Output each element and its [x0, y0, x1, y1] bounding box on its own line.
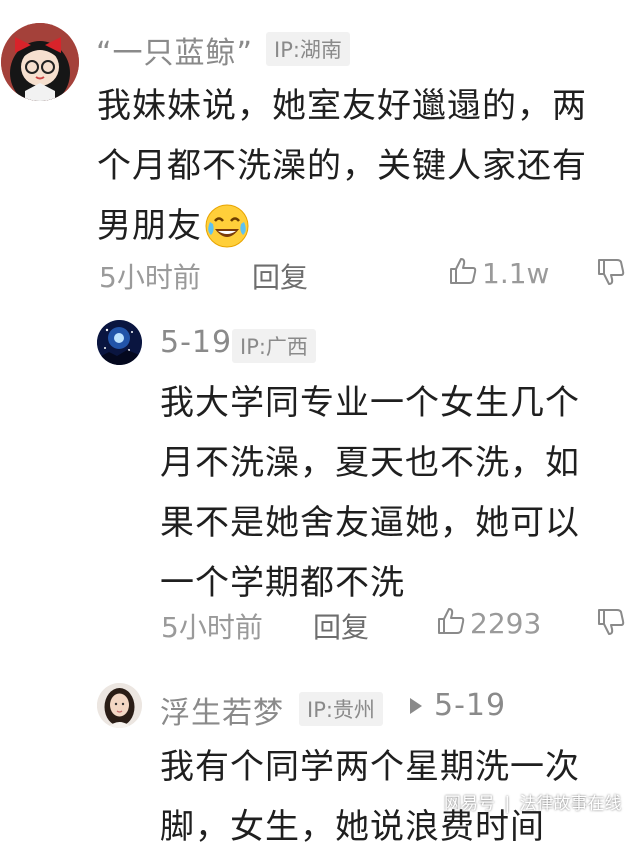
comment-time: 5小时前 — [161, 611, 263, 644]
comment-line: 月不洗澡，夏天也不洗，如 — [160, 443, 580, 483]
watermark-brand: 网易号 — [444, 794, 495, 814]
comment-line: 我大学同专业一个女生几个 — [160, 383, 580, 423]
comment-line: 男朋友 — [97, 196, 632, 256]
dislike-button[interactable] — [596, 257, 626, 291]
dislike-button[interactable] — [596, 607, 626, 641]
ip-location-badge: IP:湖南 — [266, 32, 350, 66]
watermark: 网易号 | 法律故事在线 — [444, 789, 622, 814]
username[interactable]: “一只蓝鲸” — [96, 28, 253, 72]
avatar[interactable] — [1, 23, 79, 101]
like-count: 1.1w — [482, 256, 550, 290]
reply-button[interactable]: 回复 — [252, 256, 308, 296]
like-count: 2293 — [470, 606, 542, 640]
comment-line: 我妹妹说，她室友好邋遢的，两 — [97, 86, 587, 126]
dislike-icon — [596, 607, 626, 641]
comment-line-text: 男朋友 — [97, 206, 202, 246]
watermark-separator: | — [504, 794, 511, 814]
comment-text: 我大学同专业一个女生几个 月不洗澡，夏天也不洗，如 果不是她舍友逼她，她可以 一… — [160, 373, 630, 613]
dislike-icon — [596, 257, 626, 291]
comment-line: 一个学期都不洗 — [160, 563, 405, 603]
comment-line: 果不是她舍友逼她，她可以 — [160, 503, 580, 543]
reply-button[interactable]: 回复 — [313, 606, 369, 646]
reply-arrow-icon — [408, 696, 424, 720]
ip-location-badge: IP:贵州 — [299, 692, 383, 726]
avatar[interactable] — [97, 320, 142, 365]
like-icon — [436, 606, 466, 640]
comment-line: 我有个同学两个星期洗一次 — [160, 747, 580, 787]
laugh-cry-emoji — [204, 203, 250, 249]
reply-to-username[interactable]: 5-19 — [434, 688, 506, 723]
like-icon — [448, 256, 478, 290]
ip-location-badge: IP:广西 — [232, 329, 316, 363]
like-button[interactable]: 2293 — [436, 606, 541, 640]
username[interactable]: 5-19 — [160, 325, 232, 360]
comment-time: 5小时前 — [99, 261, 201, 294]
watermark-source: 法律故事在线 — [519, 794, 622, 814]
avatar[interactable] — [97, 683, 142, 728]
comment-line: 个月都不洗澡的，关键人家还有 — [97, 146, 587, 186]
username[interactable]: 浮生若梦 — [160, 688, 284, 732]
like-button[interactable]: 1.1w — [448, 256, 549, 290]
comment-text: 我妹妹说，她室友好邋遢的，两 个月都不洗澡的，关键人家还有 男朋友 — [97, 76, 632, 256]
